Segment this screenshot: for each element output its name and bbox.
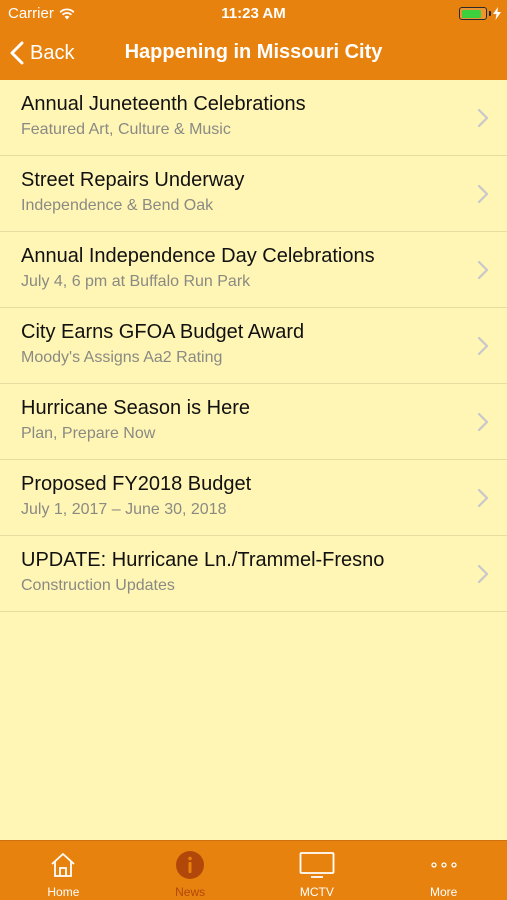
- back-button[interactable]: Back: [10, 38, 74, 68]
- list-item[interactable]: UPDATE: Hurricane Ln./Trammel-Fresno Con…: [0, 536, 507, 612]
- item-subtitle: July 1, 2017 – June 30, 2018: [21, 501, 227, 518]
- charging-icon: [493, 7, 501, 20]
- home-icon: [51, 853, 75, 877]
- tv-icon: [299, 852, 335, 878]
- item-subtitle: Plan, Prepare Now: [21, 425, 156, 442]
- list-item[interactable]: Street Repairs Underway Independence & B…: [0, 156, 507, 232]
- item-title: UPDATE: Hurricane Ln./Trammel-Fresno: [21, 549, 385, 571]
- item-subtitle: Featured Art, Culture & Music: [21, 121, 231, 138]
- tab-label: MCTV: [299, 885, 334, 899]
- item-title: Proposed FY2018 Budget: [21, 473, 252, 495]
- tab-more[interactable]: More: [380, 841, 507, 900]
- tab-label: More: [429, 885, 458, 899]
- list-item[interactable]: Annual Juneteenth Celebrations Featured …: [0, 80, 507, 156]
- list-item[interactable]: Annual Independence Day Celebrations Jul…: [0, 232, 507, 308]
- item-title: Annual Juneteenth Celebrations: [21, 93, 306, 115]
- status-bar: Carrier 11:23 AM: [0, 0, 507, 28]
- item-title: Annual Independence Day Celebrations: [21, 245, 375, 267]
- back-label: Back: [30, 41, 75, 64]
- page-title: Happening in Missouri City: [124, 41, 383, 63]
- chevron-right-icon: [477, 108, 489, 128]
- item-subtitle: Independence & Bend Oak: [21, 197, 214, 214]
- battery-icon: [459, 7, 501, 20]
- list-item[interactable]: City Earns GFOA Budget Award Moody's Ass…: [0, 308, 507, 384]
- tab-label: Home: [47, 885, 80, 899]
- news-list: Annual Juneteenth Celebrations Featured …: [0, 80, 507, 612]
- list-item[interactable]: Proposed FY2018 Budget July 1, 2017 – Ju…: [0, 460, 507, 536]
- chevron-right-icon: [477, 184, 489, 204]
- chevron-left-icon: [10, 41, 24, 65]
- info-icon: [176, 851, 205, 879]
- header: Carrier 11:23 AM Back Happening in Misso…: [0, 0, 507, 80]
- chevron-right-icon: [477, 336, 489, 356]
- tab-news[interactable]: News: [127, 841, 254, 900]
- item-title: Street Repairs Underway: [21, 169, 245, 191]
- clock: 11:23 AM: [221, 5, 286, 22]
- chevron-right-icon: [477, 260, 489, 280]
- item-subtitle: July 4, 6 pm at Buffalo Run Park: [21, 273, 251, 290]
- item-subtitle: Construction Updates: [21, 577, 175, 594]
- tab-home[interactable]: Home: [0, 841, 127, 900]
- tab-bar: Home News MCTV More: [0, 840, 507, 900]
- chevron-right-icon: [477, 488, 489, 508]
- item-title: Hurricane Season is Here: [21, 397, 250, 419]
- item-title: City Earns GFOA Budget Award: [21, 321, 305, 343]
- tab-label: News: [175, 885, 206, 899]
- chevron-right-icon: [477, 412, 489, 432]
- item-subtitle: Moody's Assigns Aa2 Rating: [21, 349, 223, 366]
- more-icon: [430, 862, 457, 868]
- battery-fill: [461, 9, 482, 18]
- tab-mctv[interactable]: MCTV: [254, 841, 381, 900]
- list-item[interactable]: Hurricane Season is Here Plan, Prepare N…: [0, 384, 507, 460]
- chevron-right-icon: [477, 564, 489, 584]
- nav-bar: Back Happening in Missouri City: [0, 28, 507, 80]
